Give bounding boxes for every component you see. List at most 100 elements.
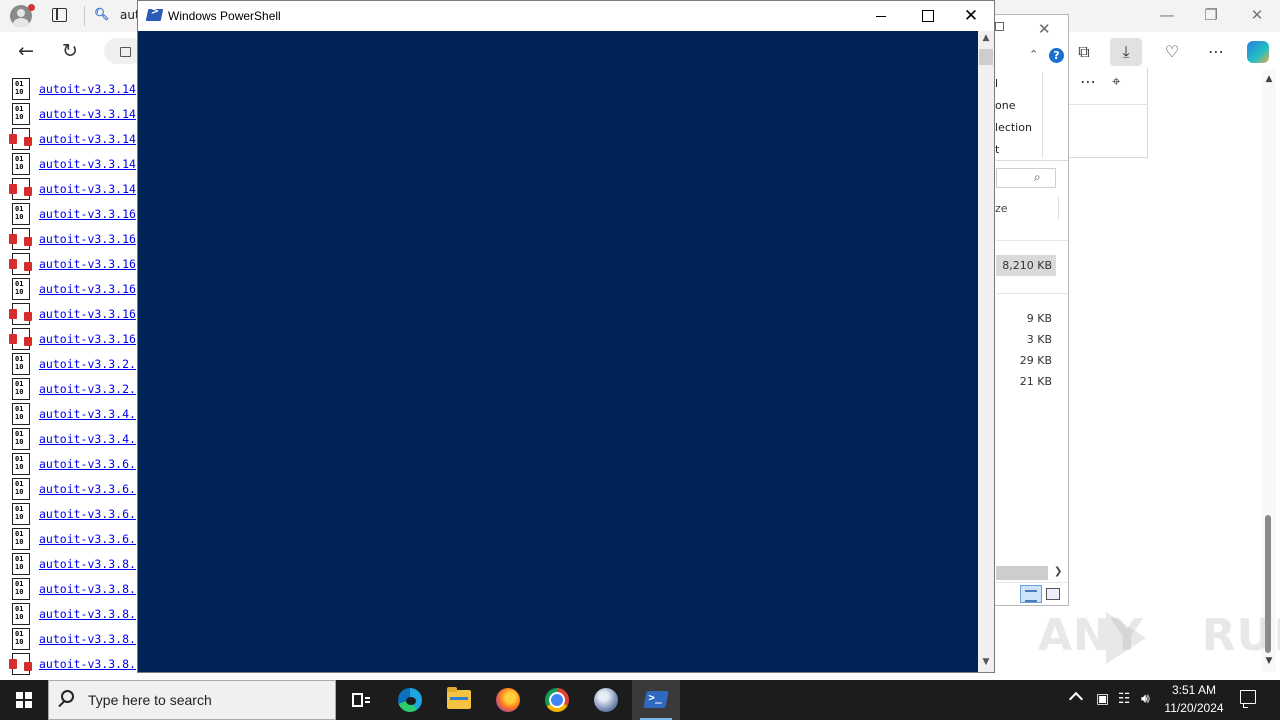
list-item[interactable]: autoit-v3.3.16: [9, 228, 142, 253]
start-button[interactable]: [0, 680, 48, 720]
file-link[interactable]: autoit-v3.3.8.: [39, 657, 136, 671]
collections-icon[interactable]: ⧉: [1068, 38, 1100, 66]
file-link[interactable]: autoit-v3.3.8.: [39, 557, 136, 571]
taskbar-file-explorer[interactable]: [435, 680, 483, 720]
file-link[interactable]: autoit-v3.3.14: [39, 107, 136, 121]
file-link[interactable]: autoit-v3.3.16: [39, 232, 136, 246]
clock-date[interactable]: 11/20/2024: [1162, 701, 1226, 715]
list-item[interactable]: autoit-v3.3.14: [9, 128, 142, 153]
size-column-header[interactable]: ze: [995, 202, 1008, 215]
details-view-icon[interactable]: [1020, 585, 1042, 603]
list-item[interactable]: autoit-v3.3.16: [12, 278, 142, 303]
help-icon[interactable]: ?: [1049, 48, 1064, 63]
clock-time[interactable]: 3:51 AM: [1162, 683, 1226, 697]
browser-close-icon[interactable]: ✕: [1242, 6, 1272, 24]
copilot-icon[interactable]: [1247, 41, 1269, 63]
list-item[interactable]: autoit-v3.3.16: [12, 203, 142, 228]
list-item[interactable]: autoit-v3.3.2.: [12, 353, 142, 378]
downloads-more-icon[interactable]: ⋯: [1080, 72, 1096, 91]
list-item[interactable]: autoit-v3.3.16: [9, 303, 142, 328]
task-view-button[interactable]: [336, 680, 384, 720]
ribbon-collapse-icon[interactable]: ⌃: [1029, 48, 1038, 61]
file-link[interactable]: autoit-v3.3.16: [39, 282, 136, 296]
file-link[interactable]: autoit-v3.3.16: [39, 257, 136, 271]
list-item[interactable]: autoit-v3.3.8.: [12, 628, 142, 653]
minimize-button[interactable]: [858, 1, 904, 31]
list-item[interactable]: autoit-v3.3.14: [12, 78, 142, 103]
list-item[interactable]: autoit-v3.3.14: [12, 103, 142, 128]
explorer-close-icon[interactable]: ✕: [1038, 20, 1051, 38]
file-link[interactable]: autoit-v3.3.6.: [39, 457, 136, 471]
list-item[interactable]: autoit-v3.3.16: [9, 253, 142, 278]
taskbar-powershell[interactable]: [632, 680, 680, 720]
scroll-up-icon[interactable]: ▲: [978, 33, 994, 43]
list-item[interactable]: autoit-v3.3.14: [9, 178, 142, 203]
explorer-restore-icon[interactable]: [995, 22, 1004, 31]
powershell-window[interactable]: Windows PowerShell ✕ ▲ ▼: [137, 0, 995, 673]
notification-center-icon[interactable]: [1240, 690, 1256, 708]
file-link[interactable]: autoit-v3.3.6.: [39, 532, 136, 546]
file-link[interactable]: autoit-v3.3.8.: [39, 607, 136, 621]
scroll-down-icon[interactable]: ▼: [978, 657, 994, 667]
refresh-icon[interactable]: ↻: [62, 40, 78, 62]
list-item[interactable]: autoit-v3.3.6.: [12, 503, 142, 528]
file-link[interactable]: autoit-v3.3.2.: [39, 382, 136, 396]
maximize-button[interactable]: [904, 1, 950, 31]
show-hidden-icons-icon[interactable]: [1068, 691, 1084, 707]
list-item[interactable]: autoit-v3.3.4.: [12, 428, 142, 453]
file-link[interactable]: autoit-v3.3.4.: [39, 407, 136, 421]
back-arrow-icon[interactable]: ←: [18, 40, 34, 62]
file-link[interactable]: autoit-v3.3.4.: [39, 432, 136, 446]
downloads-icon[interactable]: ⤓: [1110, 38, 1142, 66]
list-item[interactable]: autoit-v3.3.16: [9, 328, 142, 353]
taskbar-search-box[interactable]: Type here to search: [48, 680, 336, 720]
explorer-horizontal-scrollbar[interactable]: [996, 566, 1048, 580]
taskbar-firefox[interactable]: [484, 680, 532, 720]
page-scroll-up-icon[interactable]: ▲: [1262, 74, 1276, 84]
file-link[interactable]: autoit-v3.3.16: [39, 307, 136, 321]
list-item[interactable]: autoit-v3.3.8.: [12, 603, 142, 628]
list-item[interactable]: autoit-v3.3.8.: [9, 653, 142, 678]
ribbon-item-fragment[interactable]: t: [995, 143, 999, 156]
list-item[interactable]: autoit-v3.3.6.: [12, 453, 142, 478]
powershell-icon[interactable]: [145, 9, 164, 21]
browser-restore-icon[interactable]: ❐: [1196, 6, 1226, 24]
network-icon[interactable]: ☷: [1118, 691, 1131, 707]
console-scrollbar-thumb[interactable]: [979, 49, 993, 65]
console-scrollbar[interactable]: ▲ ▼: [978, 31, 994, 672]
list-item[interactable]: autoit-v3.3.4.: [12, 403, 142, 428]
device-icon[interactable]: ▣: [1096, 691, 1109, 707]
browser-essentials-icon[interactable]: ♡: [1156, 38, 1188, 66]
scroll-right-icon[interactable]: ❯: [1054, 566, 1062, 577]
taskbar-app-globe[interactable]: [582, 680, 630, 720]
tab-actions-icon[interactable]: [52, 8, 67, 22]
volume-icon[interactable]: 🔊︎: [1141, 691, 1150, 707]
file-link[interactable]: autoit-v3.3.14: [39, 157, 136, 171]
large-icons-view-icon[interactable]: [1046, 588, 1060, 600]
list-item[interactable]: autoit-v3.3.2.: [12, 378, 142, 403]
list-item[interactable]: autoit-v3.3.14: [12, 153, 142, 178]
console-output-area[interactable]: [138, 31, 978, 672]
file-link[interactable]: autoit-v3.3.16: [39, 332, 136, 346]
powershell-title-bar[interactable]: Windows PowerShell ✕: [138, 1, 994, 31]
file-link[interactable]: autoit-v3.3.14: [39, 182, 136, 196]
column-divider[interactable]: [1058, 196, 1059, 220]
ribbon-item-fragment[interactable]: l: [995, 77, 998, 90]
list-item[interactable]: autoit-v3.3.6.: [12, 478, 142, 503]
downloads-pin-icon[interactable]: ⌖: [1112, 72, 1120, 90]
file-link[interactable]: autoit-v3.3.14: [39, 82, 136, 96]
file-link[interactable]: autoit-v3.3.6.: [39, 482, 136, 496]
file-link[interactable]: autoit-v3.3.14: [39, 132, 136, 146]
more-options-icon[interactable]: ⋯: [1200, 38, 1232, 66]
list-item[interactable]: autoit-v3.3.8.: [12, 553, 142, 578]
ribbon-item-fragment[interactable]: lection: [995, 121, 1032, 134]
browser-minimize-icon[interactable]: —: [1152, 6, 1182, 24]
taskbar-chrome[interactable]: [533, 680, 581, 720]
file-link[interactable]: autoit-v3.3.2.: [39, 357, 136, 371]
list-item[interactable]: autoit-v3.3.6.: [12, 528, 142, 553]
explorer-search-input[interactable]: [996, 168, 1056, 188]
close-button[interactable]: ✕: [948, 1, 994, 31]
file-link[interactable]: autoit-v3.3.8.: [39, 632, 136, 646]
file-link[interactable]: autoit-v3.3.6.: [39, 507, 136, 521]
file-link[interactable]: autoit-v3.3.16: [39, 207, 136, 221]
